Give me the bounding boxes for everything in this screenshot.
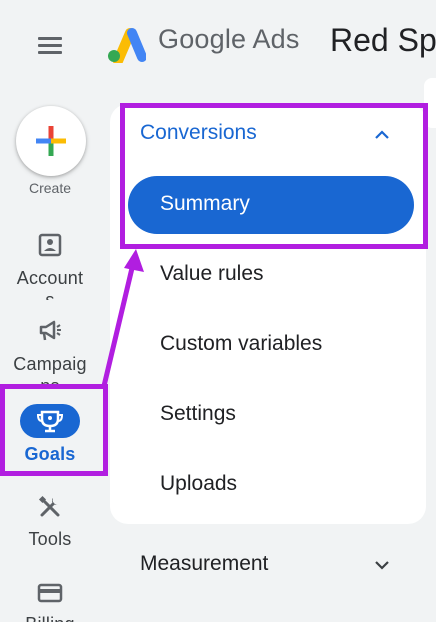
hamburger-line (38, 37, 62, 40)
rail-label-overflow: s (45, 290, 55, 300)
rail-item-campaigns[interactable]: Campaig ns (0, 316, 100, 384)
chevron-down-icon[interactable] (373, 556, 391, 574)
hamburger-line (38, 44, 62, 47)
measurement-section-title[interactable]: Measurement (140, 552, 268, 576)
create-label: Create (28, 180, 72, 196)
rail-item-billing[interactable]: Billing (0, 578, 100, 622)
google-ads-logo-icon (108, 28, 146, 63)
submenu-item-uploads[interactable]: Uploads (160, 472, 237, 496)
megaphone-icon (39, 320, 61, 341)
rail-label-account: Account (16, 268, 84, 288)
rail-item-tools[interactable]: Tools (0, 492, 100, 552)
account-name[interactable]: Red Sp (330, 22, 436, 59)
tools-icon (38, 495, 60, 517)
create-button[interactable] (16, 106, 86, 176)
rail-label-campaigns: Campaig (13, 354, 87, 374)
submenu-item-value-rules[interactable]: Value rules (160, 262, 264, 286)
rail-label-overflow: ns (0, 376, 100, 384)
plus-icon (36, 126, 66, 156)
account-icon (38, 233, 62, 257)
credit-card-icon (37, 583, 63, 603)
submenu-item-custom-variables[interactable]: Custom variables (160, 332, 322, 356)
rail-item-account[interactable]: Account s (0, 228, 100, 308)
rail-label-tools: Tools (28, 529, 72, 549)
hamburger-line (38, 51, 62, 54)
main-menu-button[interactable] (38, 37, 62, 54)
submenu-item-settings[interactable]: Settings (160, 402, 236, 426)
conversions-highlight-box (120, 103, 428, 249)
goals-highlight-box (0, 384, 108, 476)
product-name: Google Ads (158, 24, 300, 54)
rail-label-billing: Billing (0, 614, 100, 622)
